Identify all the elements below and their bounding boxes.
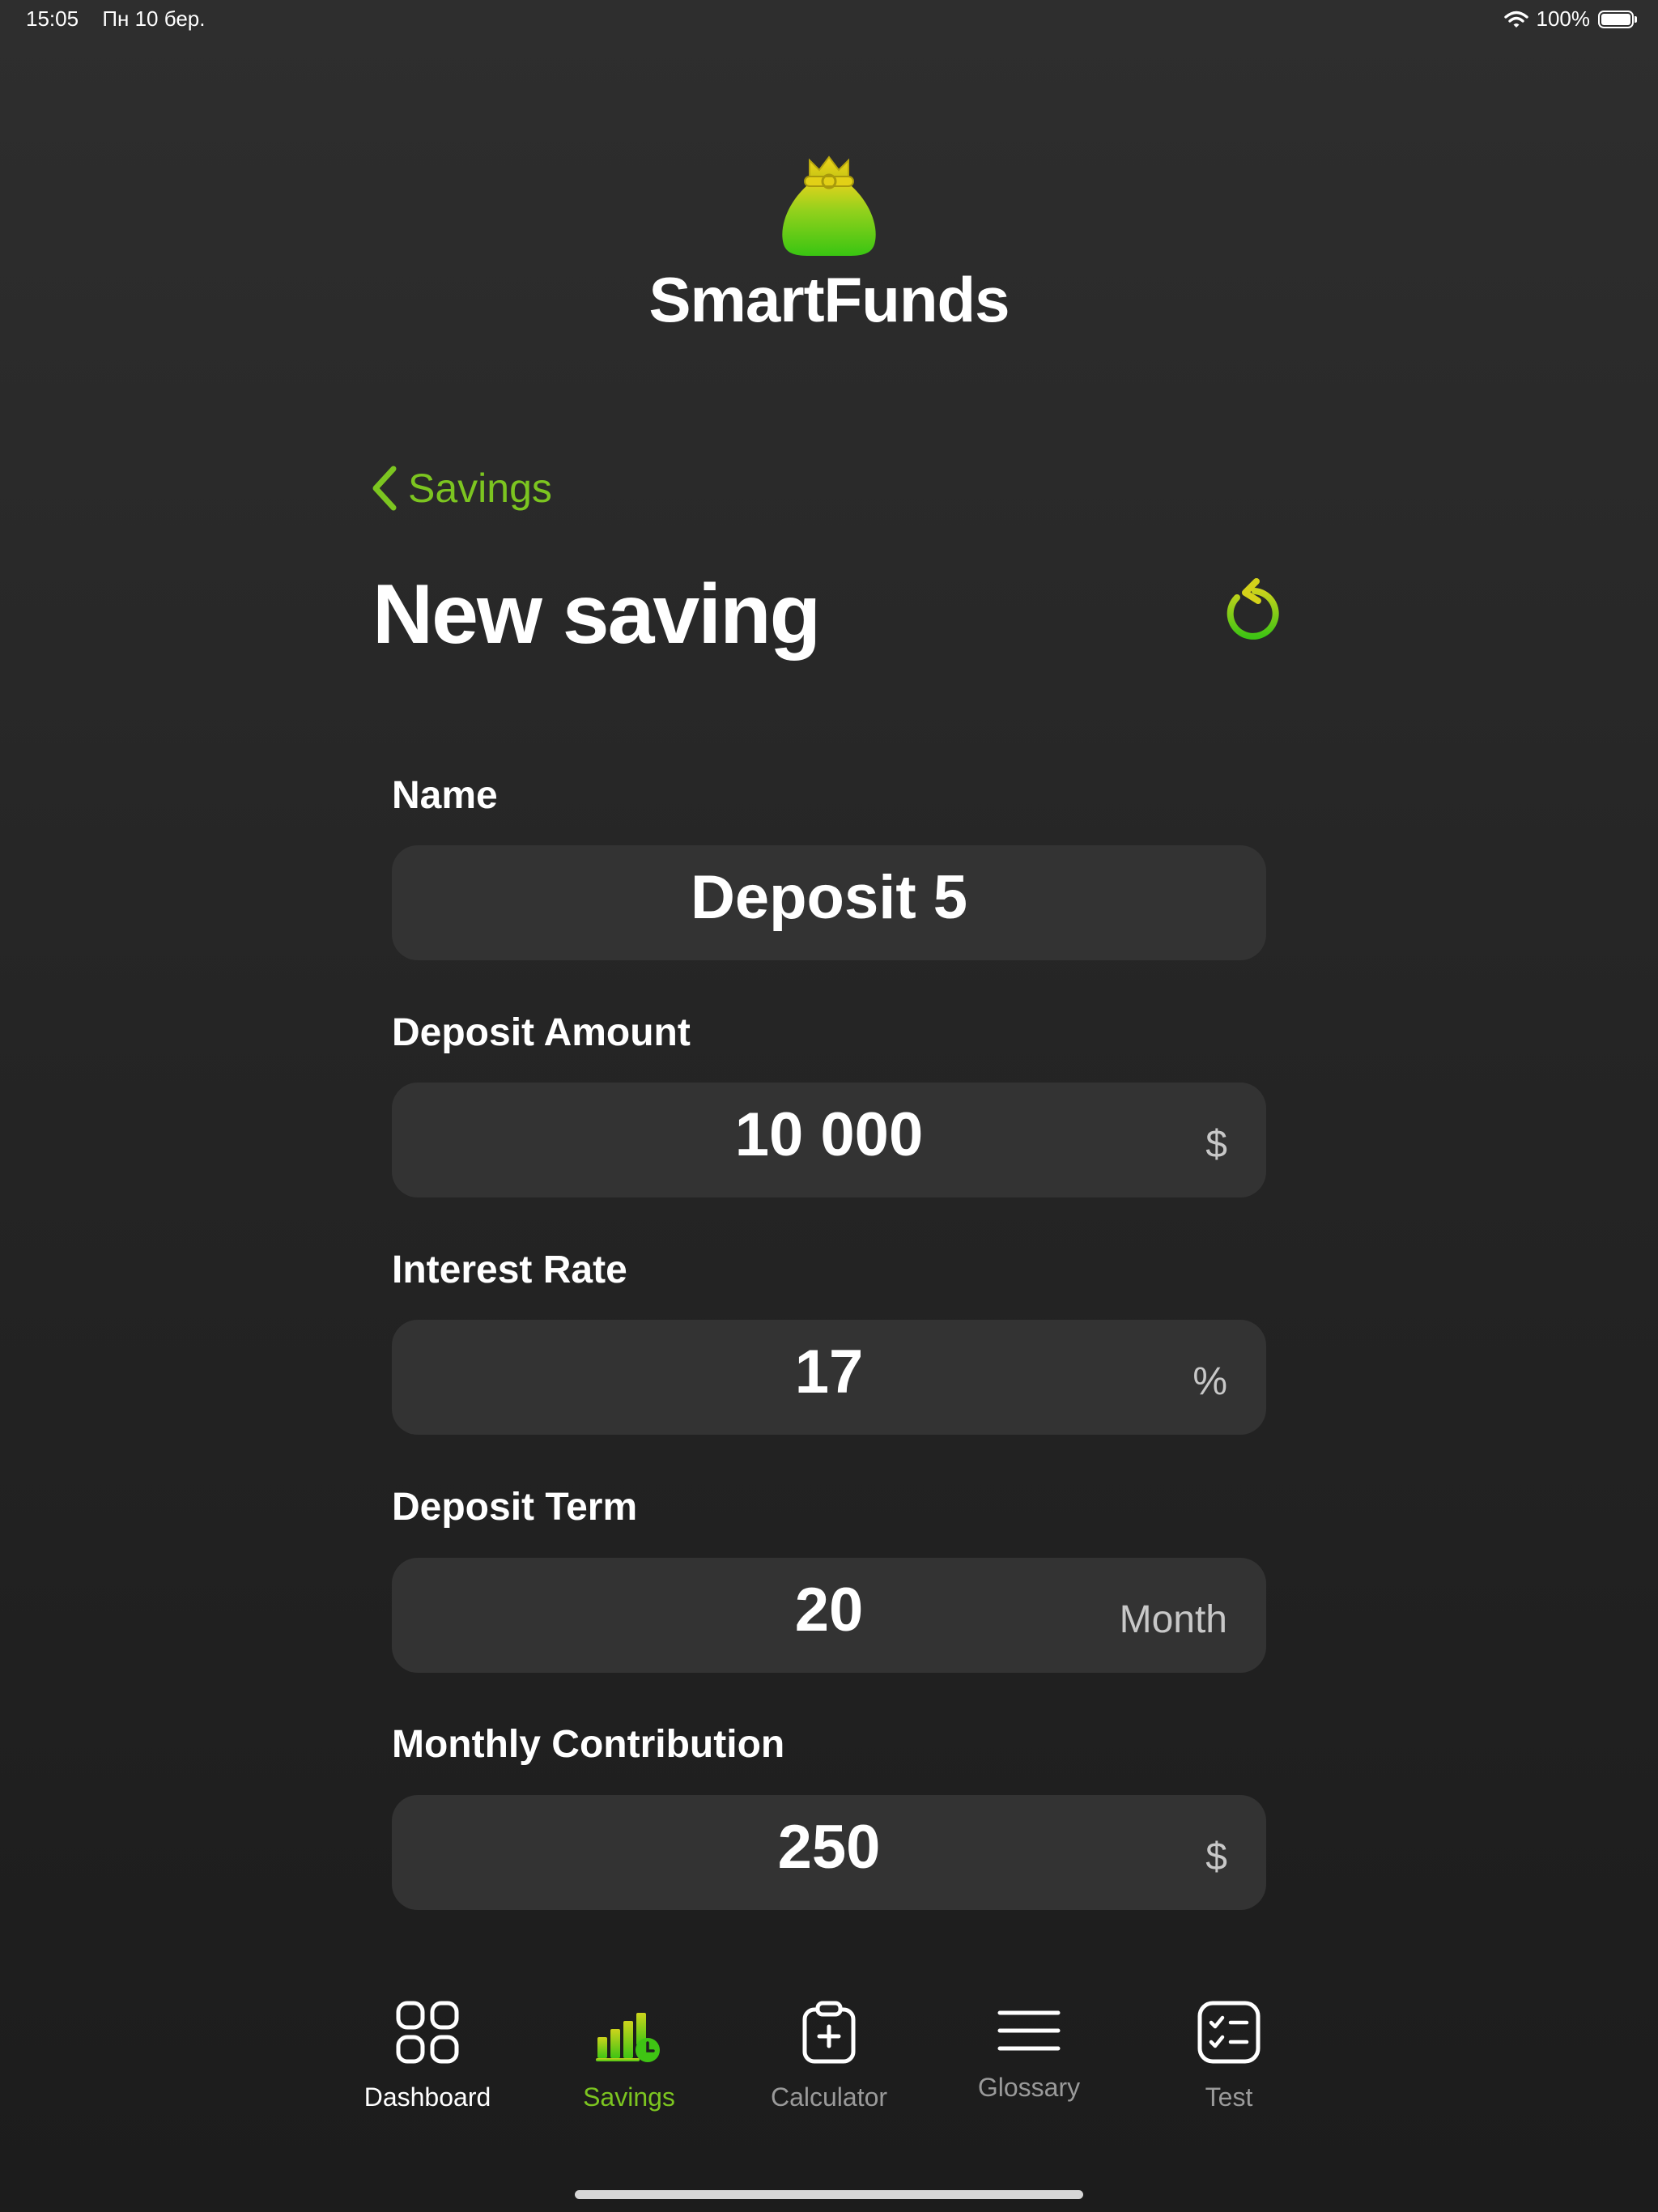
status-time: 15:05 [26,6,79,31]
monthly-contribution-label: Monthly Contribution [392,1723,785,1766]
tab-savings[interactable]: Savings [532,1984,726,2129]
money-bag-icon [782,155,876,256]
wifi-icon [1503,11,1528,28]
app-title: SmartFunds [648,264,1010,335]
menu-lines-icon [997,2010,1061,2051]
home-indicator[interactable] [575,2190,1083,2199]
name-label: Name [392,774,498,817]
deposit-amount-unit: $ [1205,1123,1227,1166]
chevron-left-icon [372,466,397,511]
status-date: Пн 10 бер. [102,6,206,31]
tab-calculator-label: Calculator [770,2082,888,2112]
name-field[interactable]: Deposit 5 [392,845,1266,960]
battery-percent: 100% [1536,6,1591,31]
deposit-amount-label: Deposit Amount [392,1011,691,1054]
battery-icon [1598,10,1637,28]
tab-glossary[interactable]: Glossary [932,1984,1126,2129]
deposit-term-unit: Month [1119,1598,1227,1641]
clipboard-plus-icon [802,2001,856,2064]
tab-savings-label: Savings [583,2082,675,2112]
page-title: New saving [372,568,821,661]
deposit-amount-value: 10 000 [734,1100,924,1169]
status-right: 100% [1503,6,1637,32]
interest-rate-field[interactable]: 17 % [392,1320,1266,1435]
monthly-contribution-value: 250 [777,1812,881,1882]
monthly-contribution-unit: $ [1205,1836,1227,1878]
status-left: 15:05 Пн 10 бер. [26,6,223,32]
monthly-contribution-field[interactable]: 250 $ [392,1795,1266,1910]
tab-dashboard-label: Dashboard [363,2082,491,2112]
back-button[interactable]: Savings [371,460,552,517]
interest-rate-unit: % [1192,1360,1227,1403]
tab-dashboard[interactable]: Dashboard [330,1984,525,2129]
tab-test[interactable]: Test [1132,1984,1326,2129]
chart-icon [596,2013,660,2062]
interest-rate-value: 17 [794,1337,864,1406]
interest-rate-label: Interest Rate [392,1249,627,1291]
status-bar: 15:05 Пн 10 бер. 100% [0,0,1658,40]
deposit-amount-field[interactable]: 10 000 $ [392,1083,1266,1197]
tab-glossary-label: Glossary [977,2073,1081,2102]
grid-icon [396,2001,459,2064]
reset-icon[interactable] [1219,576,1284,644]
deposit-term-label: Deposit Term [392,1486,638,1529]
deposit-term-field[interactable]: 20 Month [392,1558,1266,1673]
tab-bar: Dashboard Savings Calculator Glossary Te… [0,1984,1658,2146]
name-value: Deposit 5 [690,862,968,932]
checklist-icon [1197,2001,1261,2064]
back-label: Savings [408,466,552,511]
tab-test-label: Test [1205,2082,1253,2112]
tab-calculator[interactable]: Calculator [732,1984,926,2129]
